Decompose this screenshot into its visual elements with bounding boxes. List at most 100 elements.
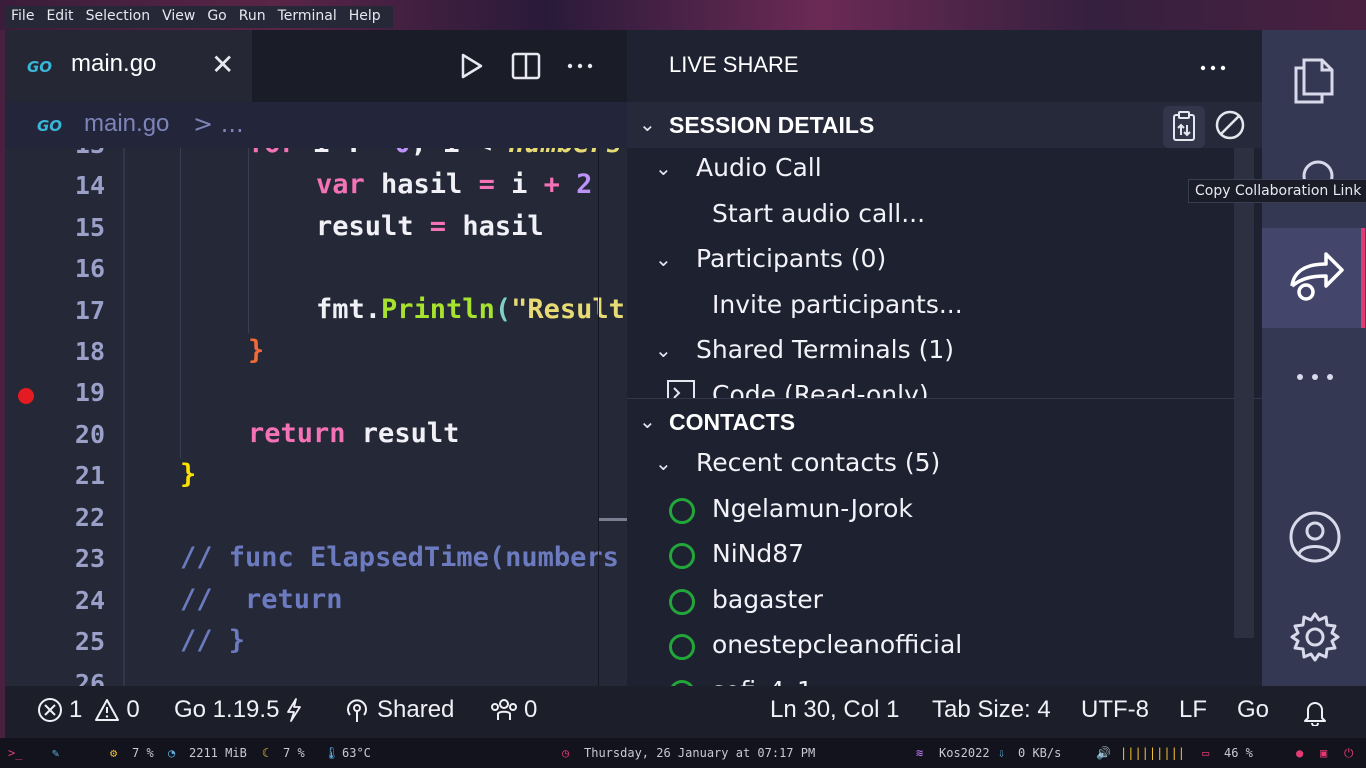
chevron-down-icon[interactable]: ⌄ bbox=[655, 247, 672, 271]
live-share-icon[interactable] bbox=[1284, 246, 1346, 308]
code-editor[interactable]: 13 14 15 16 17 18 19 20 21 22 23 24 25 2… bbox=[5, 148, 627, 686]
menu-edit[interactable]: Edit bbox=[40, 6, 79, 28]
volume-level[interactable]: ||||||||| bbox=[1120, 746, 1185, 760]
close-icon[interactable]: ✕ bbox=[211, 48, 234, 81]
menu-selection[interactable]: Selection bbox=[80, 6, 157, 28]
end-of-line[interactable]: LF bbox=[1179, 696, 1207, 724]
more-actions-icon[interactable] bbox=[1197, 52, 1229, 84]
tab-title: main.go bbox=[71, 50, 157, 77]
contact-item[interactable]: sofi_4_1 bbox=[712, 678, 813, 686]
presence-icon bbox=[669, 543, 695, 569]
terminal-row-clip: Code (Read-only) bbox=[667, 376, 1227, 398]
line-number: 24 bbox=[74, 586, 105, 615]
volume-icon[interactable]: 🔊 bbox=[1096, 746, 1111, 760]
contacts-title: CONTACTS bbox=[669, 409, 796, 435]
participants-group[interactable]: Participants (0) bbox=[696, 244, 886, 273]
gutter-divider bbox=[123, 148, 125, 686]
chevron-down-icon[interactable]: ⌄ bbox=[655, 451, 672, 475]
tab-main-go[interactable]: GO main.go ✕ bbox=[5, 30, 252, 102]
contacts-header[interactable]: ⌄ CONTACTS bbox=[627, 399, 1262, 445]
encoding[interactable]: UTF-8 bbox=[1081, 696, 1149, 724]
code-line-21: } bbox=[180, 459, 197, 490]
go-version[interactable]: Go 1.19.5 bbox=[174, 696, 303, 724]
recent-contacts-group[interactable]: Recent contacts (5) bbox=[696, 448, 940, 477]
temperature-icon: 🌡 bbox=[324, 746, 340, 760]
load-icon: ☾ bbox=[262, 746, 270, 760]
start-audio-call-item[interactable]: Start audio call... bbox=[712, 199, 925, 228]
go-file-icon: GO bbox=[27, 58, 53, 76]
contact-item[interactable]: NiNd87 bbox=[712, 539, 804, 568]
problems-indicator[interactable]: 1 0 bbox=[37, 696, 140, 724]
menu-file[interactable]: File bbox=[5, 6, 40, 28]
audio-call-group[interactable]: Audio Call bbox=[696, 153, 822, 182]
panel-scrollbar[interactable] bbox=[1234, 148, 1254, 638]
indent-guide bbox=[248, 148, 249, 333]
line-number: 25 bbox=[74, 627, 105, 656]
account-icon[interactable] bbox=[1284, 506, 1346, 568]
participants-status[interactable]: 0 bbox=[490, 696, 537, 724]
code-line-15: result = hasil bbox=[316, 211, 544, 242]
panel-title: LIVE SHARE bbox=[669, 52, 799, 77]
bell-icon[interactable] bbox=[1301, 698, 1329, 726]
language-mode[interactable]: Go bbox=[1237, 696, 1269, 724]
gear-icon[interactable] bbox=[1284, 606, 1346, 668]
line-number: 17 bbox=[74, 296, 105, 325]
live-share-status[interactable]: Shared bbox=[343, 696, 454, 724]
chevron-down-icon[interactable]: ⌄ bbox=[655, 156, 672, 180]
clock-icon: ◷ bbox=[562, 746, 570, 760]
memory-usage: 2211 MiB bbox=[189, 746, 247, 760]
code-line-24: // return bbox=[180, 584, 343, 615]
menu-go[interactable]: Go bbox=[201, 6, 232, 28]
breakpoint-marker[interactable] bbox=[18, 388, 34, 404]
shared-terminals-group[interactable]: Shared Terminals (1) bbox=[696, 335, 954, 364]
go-version-label: Go 1.19.5 bbox=[174, 696, 280, 723]
datetime[interactable]: Thursday, 26 January at 07:17 PM bbox=[584, 746, 815, 760]
copy-collaboration-link-button[interactable] bbox=[1163, 106, 1205, 148]
terminal-launcher-icon[interactable]: >_ bbox=[8, 746, 22, 760]
code-line-23: // func ElapsedTime(numbers bbox=[180, 542, 619, 573]
editor-divider bbox=[598, 148, 599, 686]
contact-item[interactable]: Ngelamun-Jorok bbox=[712, 494, 913, 523]
presence-icon bbox=[669, 634, 695, 660]
code-line-25: // } bbox=[180, 625, 246, 656]
tray-app-icon[interactable]: ● bbox=[1296, 746, 1303, 760]
chevron-down-icon[interactable]: ⌄ bbox=[655, 338, 672, 362]
download-icon: ⇩ bbox=[998, 746, 1006, 760]
breadcrumb-file[interactable]: main.go bbox=[84, 110, 169, 138]
code-line-13: for i := 0; i < numbers bbox=[248, 148, 622, 159]
line-number: 16 bbox=[74, 254, 105, 283]
run-icon[interactable] bbox=[455, 50, 487, 82]
error-count: 1 bbox=[69, 696, 83, 723]
menu-view[interactable]: View bbox=[156, 6, 201, 28]
explorer-icon[interactable] bbox=[1284, 48, 1346, 110]
session-details-header[interactable]: ⌄ SESSION DETAILS bbox=[627, 102, 1262, 148]
line-number: 20 bbox=[74, 420, 105, 449]
shared-terminal-item[interactable]: Code (Read-only) bbox=[712, 380, 929, 398]
invite-participants-item[interactable]: Invite participants... bbox=[712, 290, 963, 319]
contact-row-clip: sofi_4_1 bbox=[667, 678, 1227, 686]
more-actions-icon[interactable] bbox=[564, 50, 596, 82]
wifi-name[interactable]: Kos2022 bbox=[939, 746, 990, 760]
system-taskbar: >_ ✎ ⚙ 7 % ◔ 2211 MiB ☾ 7 % 🌡 63°C ◷ Thu… bbox=[0, 742, 1366, 766]
warning-count: 0 bbox=[126, 696, 140, 723]
warning-icon bbox=[95, 699, 120, 721]
cursor-position[interactable]: Ln 30, Col 1 bbox=[770, 696, 899, 724]
editor-launcher-icon[interactable]: ✎ bbox=[52, 746, 59, 760]
load-usage: 7 % bbox=[283, 746, 305, 760]
menu-terminal[interactable]: Terminal bbox=[272, 6, 343, 28]
line-number: 13 bbox=[45, 148, 105, 159]
contact-item[interactable]: onestepcleanofficial bbox=[712, 630, 962, 659]
split-editor-icon[interactable] bbox=[510, 50, 542, 82]
menu-help[interactable]: Help bbox=[343, 6, 387, 28]
menu-run[interactable]: Run bbox=[233, 6, 272, 28]
stop-session-icon[interactable] bbox=[1214, 109, 1246, 141]
breadcrumb-more[interactable]: > ... bbox=[193, 110, 244, 138]
tray-app-icon[interactable]: ▣ bbox=[1320, 746, 1327, 760]
more-views-icon[interactable] bbox=[1284, 346, 1346, 408]
activity-bar bbox=[1262, 30, 1366, 686]
power-icon[interactable]: ⏻ bbox=[1344, 746, 1354, 761]
network-speed: 0 KB/s bbox=[1018, 746, 1062, 760]
tab-size[interactable]: Tab Size: 4 bbox=[932, 696, 1051, 724]
status-bar: 1 0 Go 1.19.5 Shared 0 Ln 30, Col 1 Tab … bbox=[5, 686, 1366, 738]
contact-item[interactable]: bagaster bbox=[712, 585, 823, 614]
